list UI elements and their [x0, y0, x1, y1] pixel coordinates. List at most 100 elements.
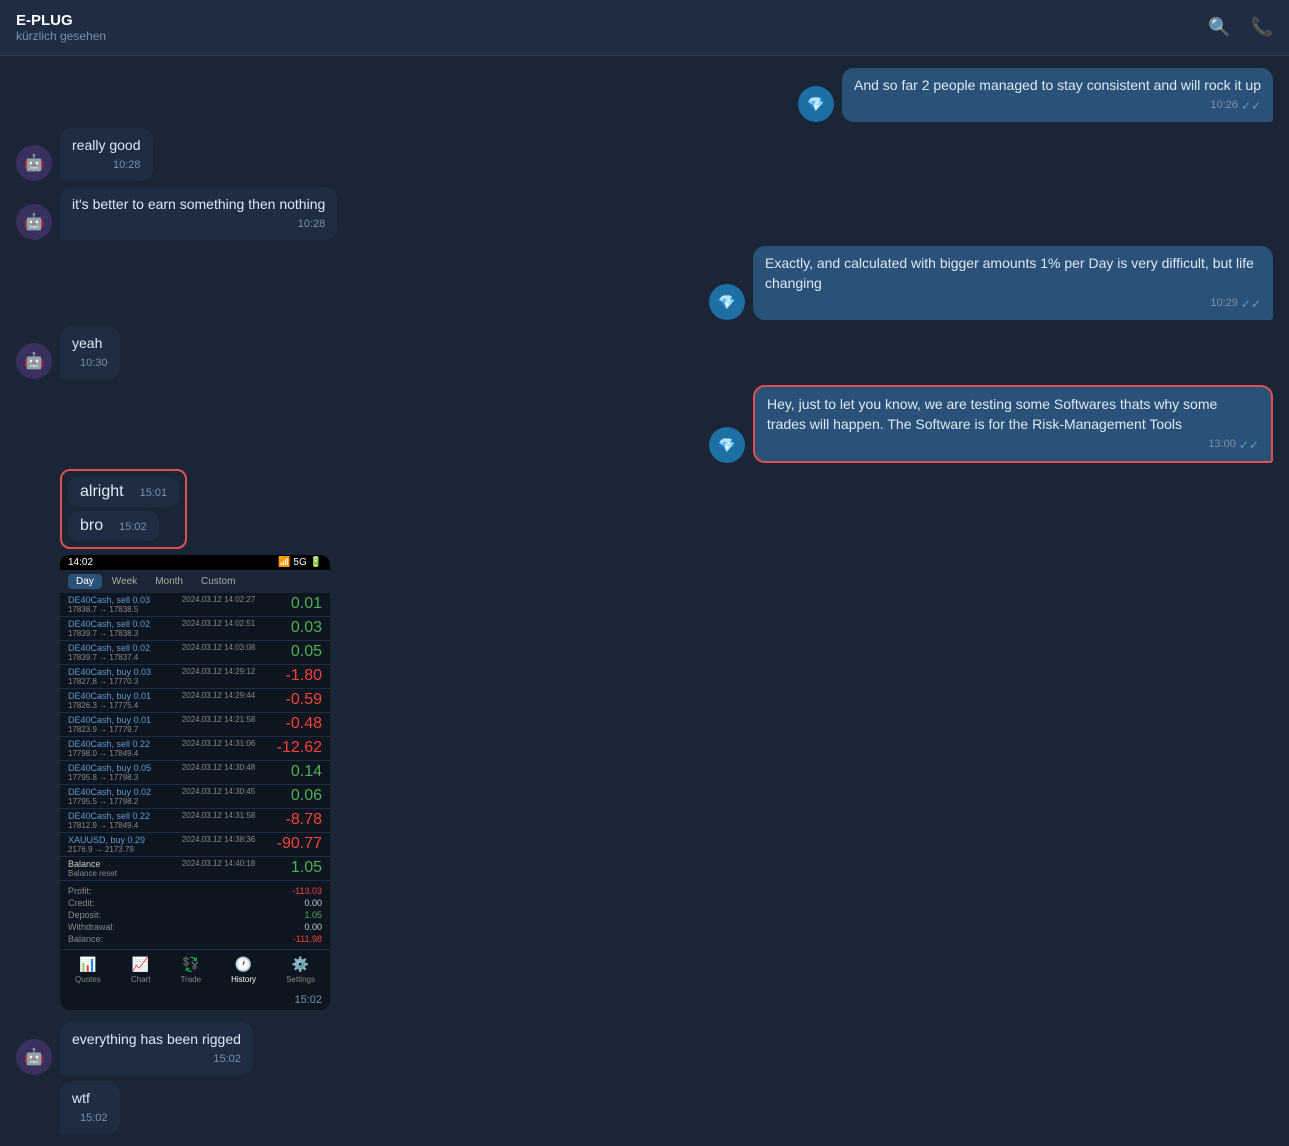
trade-pair: Balance	[68, 859, 162, 869]
avatar: 💎	[709, 284, 745, 320]
trade-pair: DE40Cash, sell 0.02	[68, 619, 162, 629]
message-time: 10:28	[298, 217, 326, 232]
message-text: And so far 2 people managed to stay cons…	[854, 77, 1261, 93]
message-time: 10:30	[80, 356, 108, 371]
message-bubble: wtf 15:02	[60, 1081, 120, 1134]
trade-date: 2024.03.12 14:03:08	[162, 643, 275, 662]
summary-row: Credit: 0.00	[68, 897, 322, 909]
summary-withdrawal: 0.00	[304, 922, 322, 932]
trade-pair: DE40Cash, sell 0.03	[68, 595, 162, 605]
message-footer: 13:00 ✓✓	[767, 437, 1259, 454]
trade-screenshot: 14:02 📶 5G 🔋 Day Week Month Custom DE40C…	[60, 555, 330, 1010]
summary-row: Balance: -111.98	[68, 933, 322, 945]
chat-area: And so far 2 people managed to stay cons…	[0, 56, 1289, 1146]
message-footer: 10:28	[72, 217, 325, 232]
message-row: 🤖 really good 10:28	[16, 128, 1273, 181]
nav-label: Chart	[131, 975, 151, 984]
read-receipt: ✓✓	[1241, 98, 1261, 115]
trade-list: DE40Cash, sell 0.03 17838.7 → 17838.5 20…	[60, 593, 330, 881]
message-footer: 10:26 ✓✓	[854, 98, 1261, 115]
trade-date: 2024.03.12 14:30:45	[162, 787, 275, 806]
trade-row: DE40Cash, sell 0.02 17839.7 → 17838.3 20…	[60, 617, 330, 641]
history-icon: 🕐	[235, 956, 252, 973]
message-time: 15:02	[80, 1111, 108, 1126]
message-footer: 10:30	[72, 356, 108, 371]
tab-month[interactable]: Month	[147, 574, 191, 589]
search-icon[interactable]: 🔍	[1208, 17, 1230, 38]
message-text: yeah	[72, 335, 102, 351]
call-icon[interactable]: 📞	[1251, 17, 1273, 38]
trade-pair: XAUUSD, buy 0.29	[68, 835, 162, 845]
trade-pl: 0.01	[275, 595, 322, 614]
trade-pair: DE40Cash, sell 0.22	[68, 811, 162, 821]
message-footer: 15:02	[72, 1052, 241, 1067]
message-row: Hey, just to let you know, we are testin…	[16, 385, 1273, 463]
trade-prices: 17827.8 → 17770.3	[68, 677, 162, 686]
avatar: 🤖	[16, 145, 52, 181]
trade-pair: DE40Cash, buy 0.02	[68, 787, 162, 797]
trade-pl: -1.80	[275, 667, 322, 686]
nav-label: Quotes	[75, 975, 101, 984]
nav-history[interactable]: 🕐 History	[231, 956, 256, 984]
summary-label: Deposit:	[68, 910, 101, 920]
message-time: 13:00	[1208, 437, 1236, 452]
trade-date: 2024.03.12 14:31:58	[162, 811, 275, 830]
trade-row: DE40Cash, sell 0.22 17798.0 → 17849.4 20…	[60, 737, 330, 761]
trade-prices: 17812.9 → 17849.4	[68, 821, 162, 830]
trade-pair: DE40Cash, sell 0.22	[68, 739, 162, 749]
trade-prices: 17826.3 → 17775.4	[68, 701, 162, 710]
summary-row: Withdrawal: 0.00	[68, 921, 322, 933]
header-info: E-PLUG kürzlich gesehen	[16, 12, 106, 43]
avatar: 💎	[798, 86, 834, 122]
avatar: 🤖	[16, 204, 52, 240]
message-time: 10:26	[1210, 98, 1238, 113]
header-actions: 🔍 📞	[1208, 17, 1273, 38]
nav-chart[interactable]: 📈 Chart	[131, 956, 151, 984]
message-bubble: bro 15:02	[68, 511, 159, 541]
message-bubble: Exactly, and calculated with bigger amou…	[753, 246, 1273, 320]
message-footer: 10:28	[72, 158, 141, 173]
summary-label: Balance:	[68, 934, 103, 944]
trade-prices: 17823.9 → 17779.7	[68, 725, 162, 734]
message-text: Hey, just to let you know, we are testin…	[767, 396, 1217, 432]
tab-custom[interactable]: Custom	[193, 574, 243, 589]
trade-row: DE40Cash, buy 0.02 17795.5 → 17798.2 202…	[60, 785, 330, 809]
tab-week[interactable]: Week	[104, 574, 145, 589]
trade-pair: DE40Cash, sell 0.02	[68, 643, 162, 653]
avatar: 💎	[709, 427, 745, 463]
summary-label: Withdrawal:	[68, 922, 115, 932]
message-bubble: really good 10:28	[60, 128, 153, 181]
trade-pl: 0.14	[275, 763, 322, 782]
trade-date: 2024.03.12 14:30:48	[162, 763, 275, 782]
trade-prices: 17839.7 → 17838.3	[68, 629, 162, 638]
trade-date: 2024.03.12 14:21:58	[162, 715, 275, 734]
message-row: Exactly, and calculated with bigger amou…	[16, 246, 1273, 320]
summary-label: Credit:	[68, 898, 95, 908]
message-time: 15:02	[119, 521, 147, 533]
message-row: 🤖 it's better to earn something then not…	[16, 187, 1273, 240]
nav-quotes[interactable]: 📊 Quotes	[75, 956, 101, 984]
quotes-icon: 📊	[79, 956, 96, 973]
trade-date: 2024.03.12 14:40:18	[162, 859, 275, 878]
nav-settings[interactable]: ⚙️ Settings	[286, 956, 315, 984]
trade-pl: 1.05	[275, 859, 322, 878]
summary-deposit: 1.05	[304, 910, 322, 920]
trade-date: 2024.03.12 14:29:12	[162, 667, 275, 686]
chat-title: E-PLUG	[16, 12, 106, 29]
trade-pl: -90.77	[275, 835, 322, 854]
message-text: everything has been rigged	[72, 1031, 241, 1047]
message-footer: 15:02	[72, 1111, 108, 1126]
trade-prices: 17795.8 → 17798.3	[68, 773, 162, 782]
trade-pl: 0.06	[275, 787, 322, 806]
tab-day[interactable]: Day	[68, 574, 102, 589]
message-text: really good	[72, 137, 141, 153]
message-text: it's better to earn something then nothi…	[72, 196, 325, 212]
nav-trade[interactable]: 💱 Trade	[180, 956, 201, 984]
trade-row: DE40Cash, buy 0.05 17795.8 → 17798.3 202…	[60, 761, 330, 785]
trade-pl: -8.78	[275, 811, 322, 830]
trade-date: 2024.03.12 14:38:36	[162, 835, 275, 854]
summary-row: Deposit: 1.05	[68, 909, 322, 921]
message-row: 🤖 everything has been rigged 15:02	[16, 1022, 1273, 1075]
trade-icon: 💱	[182, 956, 199, 973]
message-time: 15:01	[140, 487, 168, 499]
